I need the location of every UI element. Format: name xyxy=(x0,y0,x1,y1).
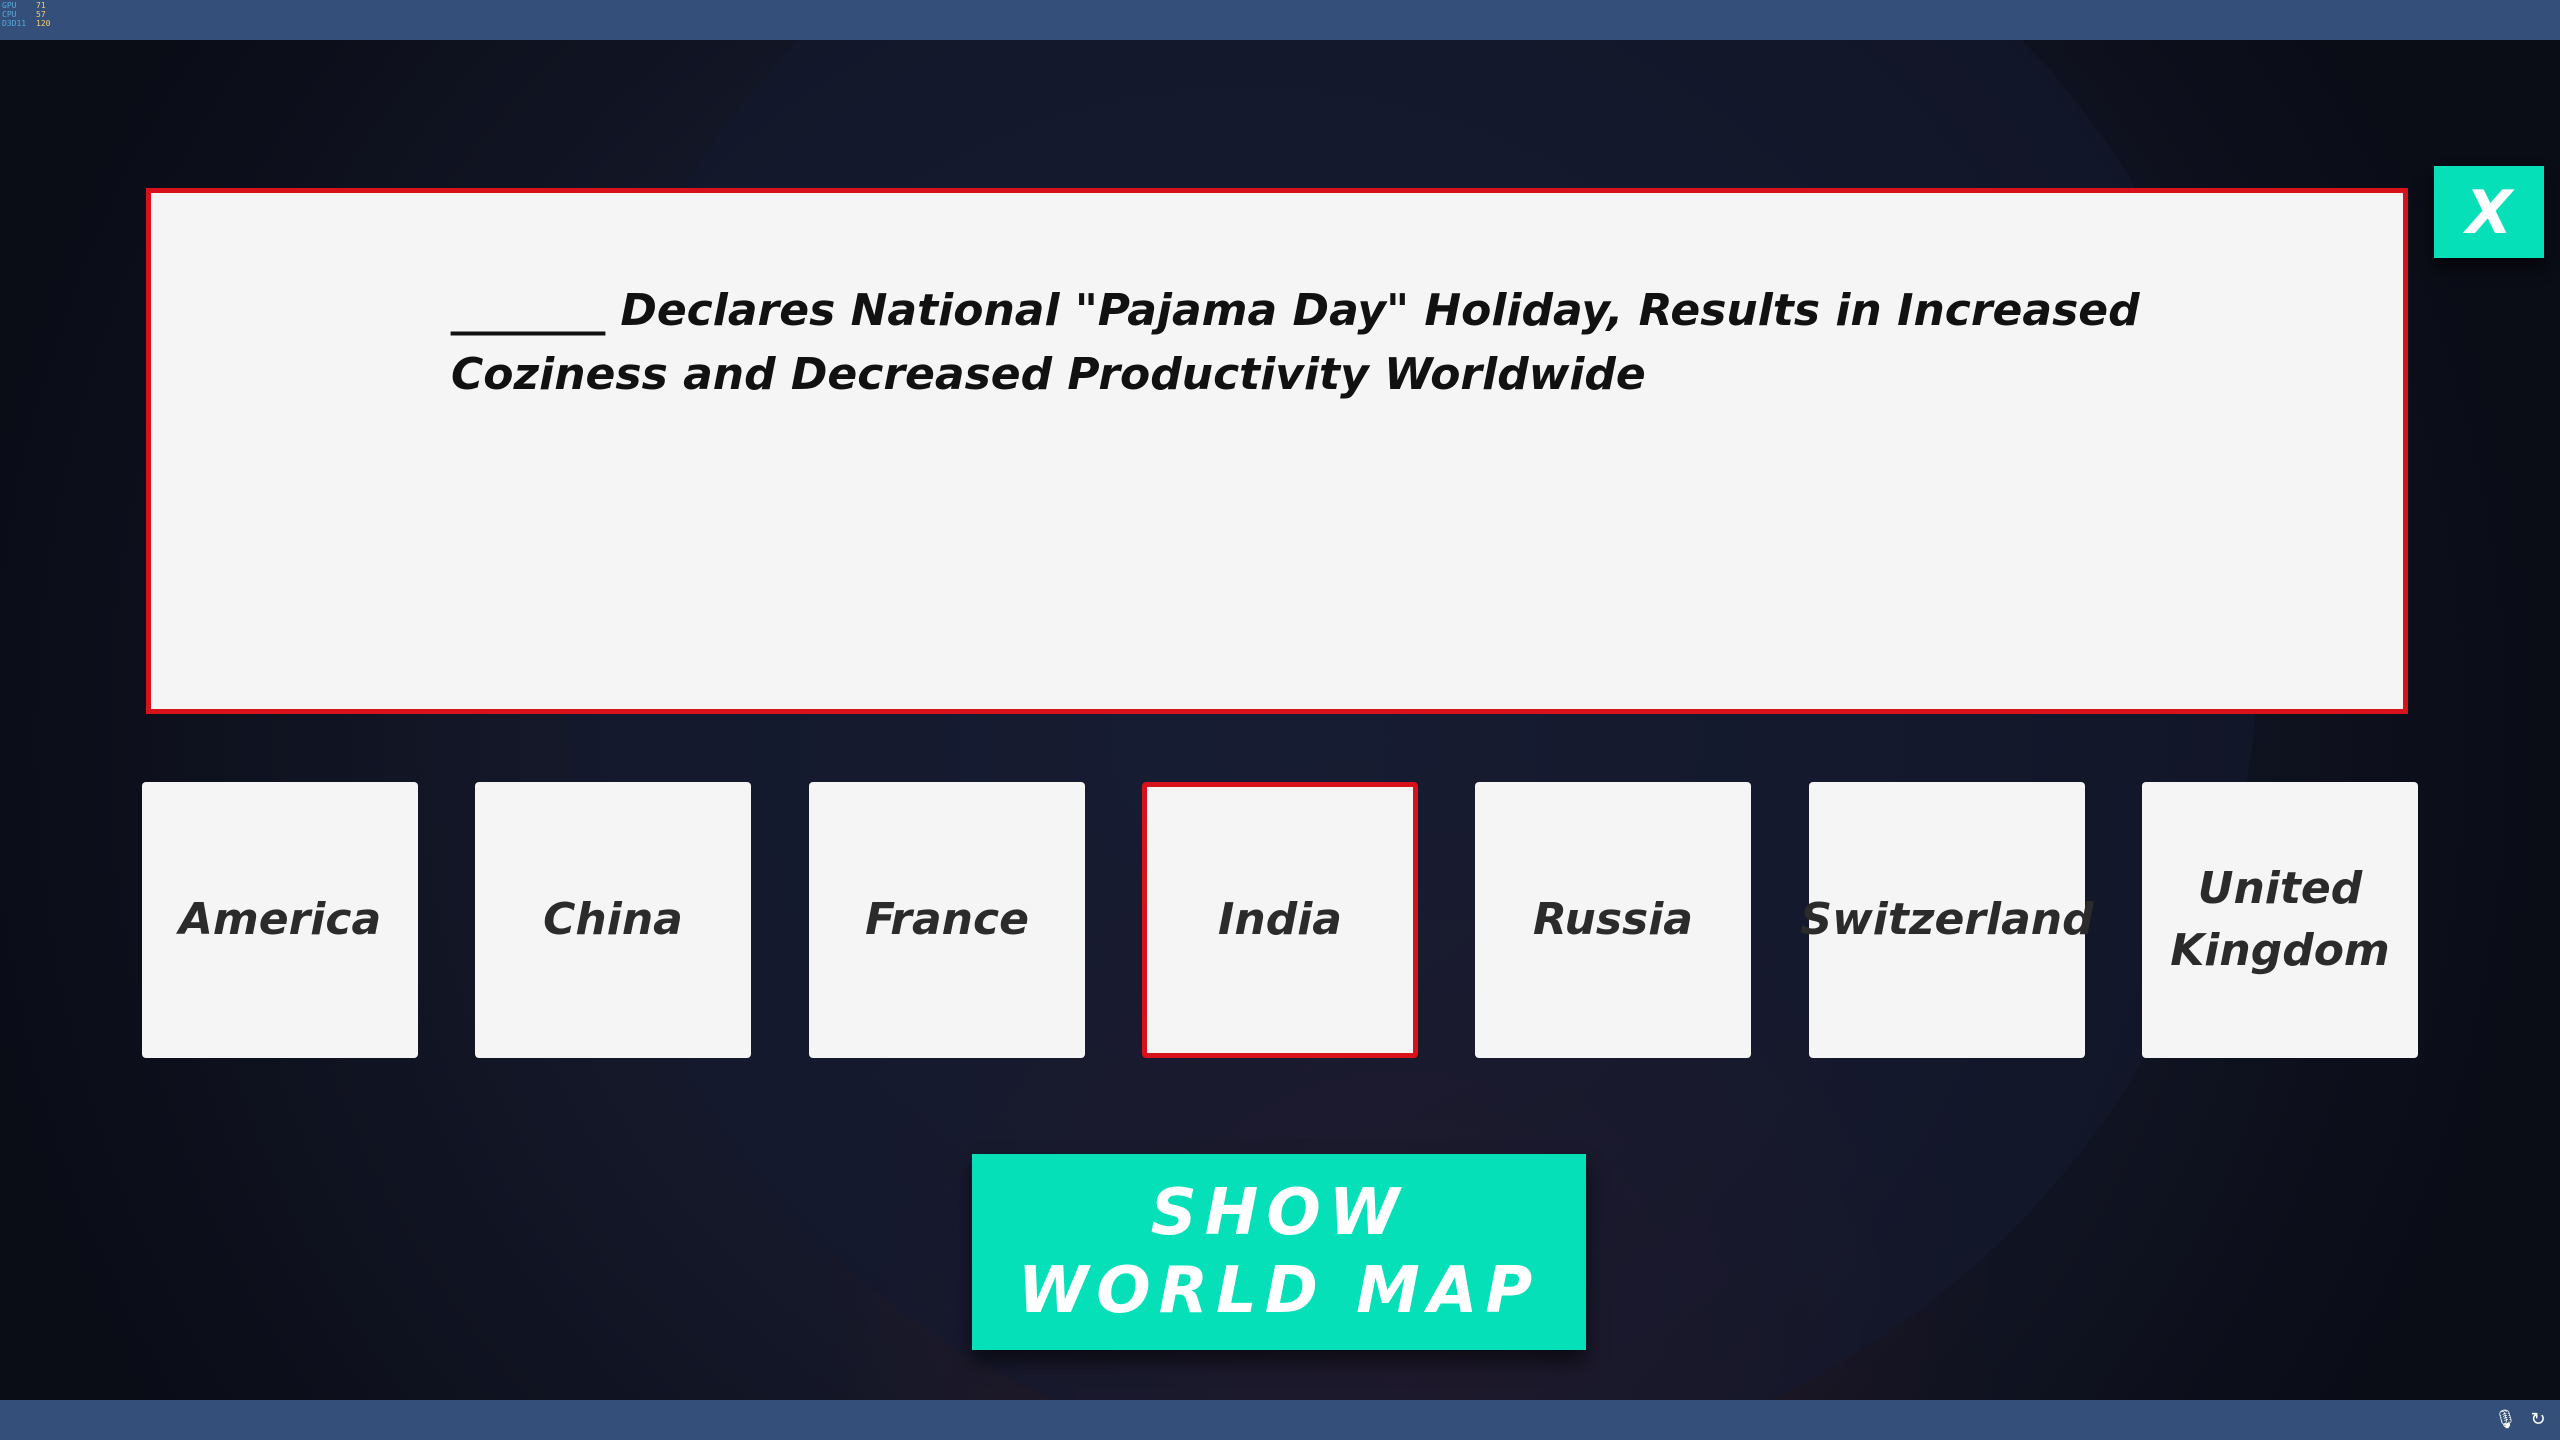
option-russia[interactable]: Russia xyxy=(1475,782,1751,1058)
perf-label: D3D11 xyxy=(2,19,27,28)
perf-row: GPU 71 xyxy=(2,1,50,10)
answer-options: America China France India Russia Switze… xyxy=(142,782,2420,1058)
close-button[interactable]: X xyxy=(2434,166,2544,258)
option-switzerland[interactable]: Switzerland xyxy=(1800,782,2094,1058)
perf-row: CPU 57 xyxy=(2,10,50,19)
perf-value: 57 xyxy=(36,10,46,19)
perf-value: 120 xyxy=(36,19,51,28)
sync-icon[interactable]: ↻ xyxy=(2528,1410,2548,1430)
headline-panel: _______ Declares National "Pajama Day" H… xyxy=(146,188,2408,714)
show-world-map-button[interactable]: SHOW WORLD MAP xyxy=(972,1154,1586,1350)
option-india[interactable]: India xyxy=(1142,782,1418,1058)
headline-text: _______ Declares National "Pajama Day" H… xyxy=(451,285,2140,400)
bottom-bar xyxy=(0,1400,2560,1440)
microphone-icon[interactable]: 🎙 xyxy=(2494,1410,2517,1430)
perf-value: 71 xyxy=(36,1,46,10)
option-france[interactable]: France xyxy=(809,782,1085,1058)
option-china[interactable]: China xyxy=(475,782,751,1058)
perf-label: CPU xyxy=(2,10,17,19)
option-america[interactable]: America xyxy=(142,782,418,1058)
performance-overlay: GPU 71 CPU 57 D3D11 120 xyxy=(2,1,50,28)
perf-row: D3D11 120 xyxy=(2,19,50,28)
option-united-kingdom[interactable]: United Kingdom xyxy=(2142,782,2418,1058)
top-bar: GPU 71 CPU 57 D3D11 120 xyxy=(0,0,2560,40)
perf-label: GPU xyxy=(2,1,17,10)
